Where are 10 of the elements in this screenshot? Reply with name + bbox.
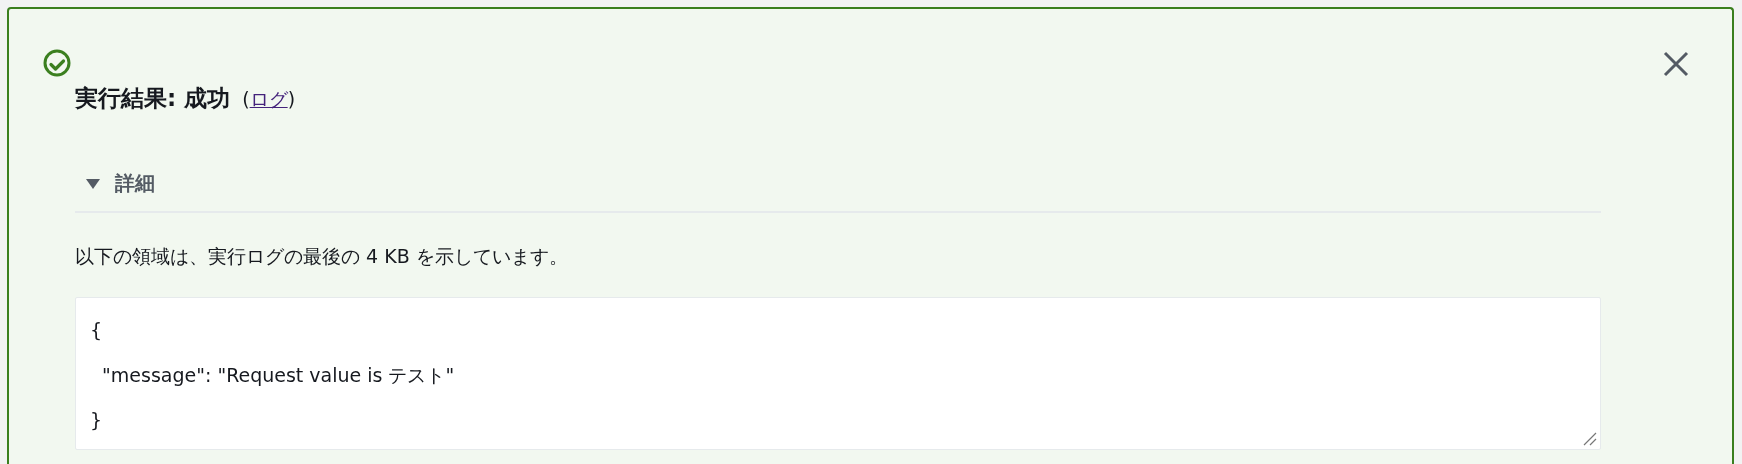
resize-grip-icon (1583, 432, 1597, 446)
alert-title: 実行結果: 成功 (75, 84, 231, 113)
output-box: { "message": "Request value is テスト" } (75, 297, 1601, 450)
description-text: 以下の領域は、実行ログの最後の 4 KB を示しています。 (75, 244, 569, 269)
caret-icon (85, 177, 101, 190)
log-link[interactable]: ログ (249, 88, 288, 110)
success-icon (43, 49, 71, 77)
details-toggle[interactable]: 詳細 (75, 170, 1601, 213)
close-icon (1663, 51, 1689, 77)
log-link-text: (ログ) (242, 87, 296, 112)
